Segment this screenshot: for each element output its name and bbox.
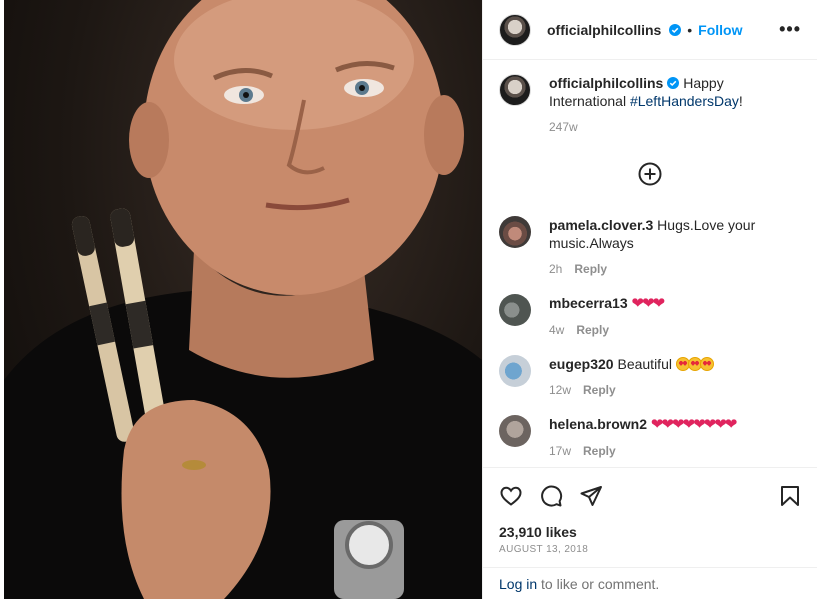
action-bar [483,468,817,510]
author-username[interactable]: officialphilcollins [547,22,682,38]
reply-button[interactable]: Reply [583,444,616,458]
reply-button[interactable]: Reply [583,383,616,397]
comment-body: pamela.clover.3 Hugs.Love your music.Alw… [549,216,801,278]
verified-badge-icon [669,23,682,36]
follow-button[interactable]: Follow [698,22,742,38]
comments-list[interactable]: officialphilcollins Happy International … [483,60,817,467]
caption-username[interactable]: officialphilcollins [549,75,663,91]
comment-text: Beautiful [613,356,676,372]
heart-emoji: ❤❤❤❤❤❤❤❤ [650,416,738,433]
more-options-icon[interactable]: ••• [779,19,801,40]
post-photo-illustration [4,0,482,599]
comment-age: 2h [549,262,563,276]
comment-item: pamela.clover.3 Hugs.Love your music.Alw… [499,216,801,278]
comment-avatar[interactable] [499,216,531,248]
heart-emoji: ❤❤❤ [631,295,666,312]
heart-icon[interactable] [499,484,523,508]
post-side-panel: officialphilcollins • Follow ••• officia… [482,0,817,599]
comment-body: mbecerra13 ❤❤❤ 4w Reply [549,294,666,339]
login-link[interactable]: Log in [499,576,537,592]
comment-username[interactable]: eugep320 [549,356,614,372]
share-icon[interactable] [579,484,603,508]
verified-badge-icon [667,77,680,89]
caption: officialphilcollins Happy International … [499,74,801,136]
post-actions-section: 23,910 likes AUGUST 13, 2018 Log in to l… [483,467,817,592]
reply-button[interactable]: Reply [574,262,607,276]
bookmark-icon[interactable] [778,484,802,508]
comment-meta: 2h Reply [549,260,801,278]
separator-dot: • [687,21,693,38]
load-more-plus-icon[interactable] [638,162,662,186]
post-header: officialphilcollins • Follow ••• [483,0,817,60]
comment-meta: 17w Reply [549,442,735,460]
comment-item: helena.brown2 ❤❤❤❤❤❤❤❤ 17w Reply [499,415,801,460]
post-date[interactable]: AUGUST 13, 2018 [483,540,817,555]
comment-avatar[interactable] [499,415,531,447]
login-prompt-text: to like or comment. [537,576,660,592]
comment-username[interactable]: mbecerra13 [549,295,628,311]
comment-username[interactable]: pamela.clover.3 [549,217,653,233]
comment-avatar[interactable] [499,294,531,326]
comment-body: helena.brown2 ❤❤❤❤❤❤❤❤ 17w Reply [549,415,738,460]
post-image[interactable] [4,0,482,599]
caption-hashtag[interactable]: #LeftHandersDay [630,93,739,109]
login-prompt: Log in to like or comment. [483,567,817,599]
comment-username[interactable]: helena.brown2 [549,416,647,432]
likes-count[interactable]: 23,910 likes [483,510,817,540]
comment-icon[interactable] [539,484,563,508]
load-more [499,162,801,186]
caption-age: 247w [549,120,578,134]
comment-item: eugep320 Beautiful 12w Reply [499,355,801,399]
caption-meta: 247w [549,118,801,136]
comment-meta: 4w Reply [549,321,663,339]
comment-meta: 12w Reply [549,381,712,399]
author-avatar[interactable] [499,13,531,46]
comment-body: eugep320 Beautiful 12w Reply [549,355,714,399]
caption-end: ! [738,93,743,109]
comment-avatar[interactable] [499,355,531,387]
caption-body: officialphilcollins Happy International … [549,74,801,136]
comment-item: mbecerra13 ❤❤❤ 4w Reply [499,294,801,339]
comment-age: 4w [549,323,565,337]
reply-button[interactable]: Reply [576,323,609,337]
author-username-text[interactable]: officialphilcollins [547,22,661,38]
comment-age: 12w [549,383,572,397]
comment-age: 17w [549,444,572,458]
caption-avatar[interactable] [499,74,531,106]
heart-eyes-emoji [699,357,714,371]
